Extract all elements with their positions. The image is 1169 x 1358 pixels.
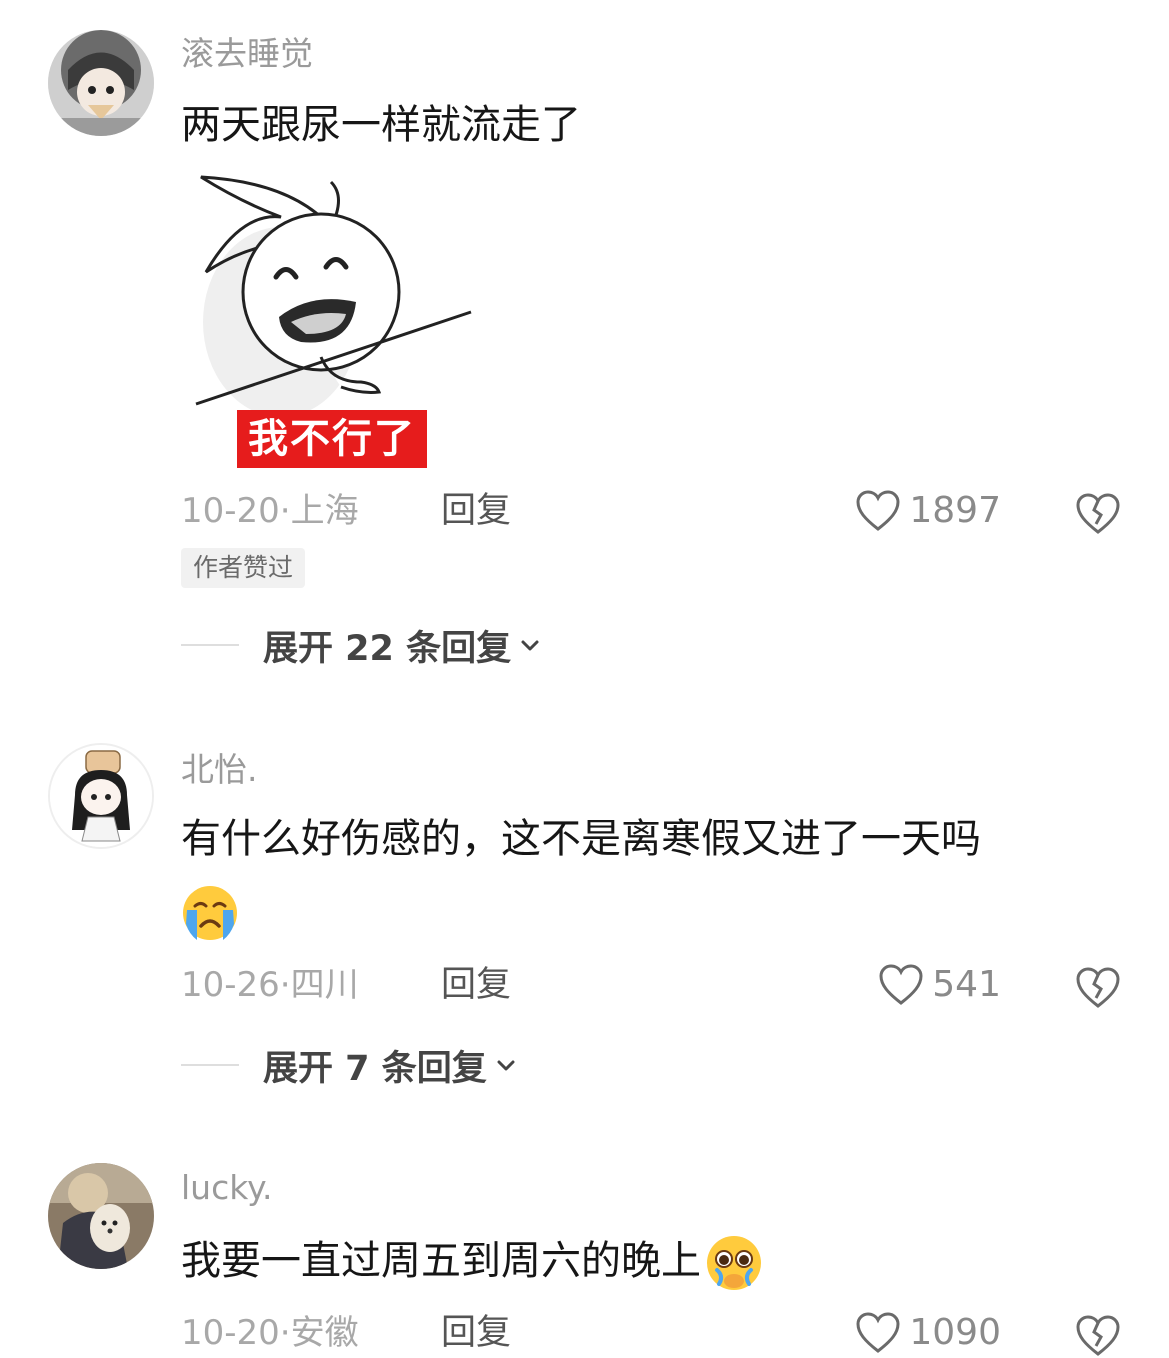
reply-button[interactable]: 回复 (441, 1308, 511, 1358)
comment-text: 有什么好伤感的，这不是离寒假又进了一天吗 (181, 816, 981, 862)
comment-text-row: 我要一直过周五到周六的晚上 (181, 1234, 763, 1292)
divider-line (181, 1064, 239, 1066)
avatar-image (50, 745, 152, 847)
heart-outline-icon (856, 490, 900, 531)
expand-replies-label: 展开 22 条回复 (263, 628, 512, 669)
comment-meta-row: 10-20·上海 回复 1897 (181, 486, 1131, 536)
comment-text: 两天跟尿一样就流走了 (181, 102, 581, 148)
chevron-down-icon (521, 640, 539, 651)
avatar[interactable] (48, 743, 154, 849)
broken-heart-icon[interactable] (1075, 1312, 1121, 1358)
divider-line (181, 644, 239, 646)
avatar[interactable] (48, 1163, 154, 1269)
expand-replies-label: 展开 7 条回复 (263, 1048, 487, 1089)
username[interactable]: lucky. (181, 1168, 272, 1208)
expand-replies-button[interactable]: 展开 22 条回复 (181, 622, 541, 669)
broken-heart-icon[interactable] (1075, 490, 1121, 536)
like-button[interactable]: 1090 (855, 1308, 1001, 1358)
sticker-image[interactable]: 我不行了 (181, 172, 481, 472)
username[interactable]: 北怡. (181, 750, 258, 790)
comment-meta-row: 10-20·安徽 回复 1090 (181, 1308, 1131, 1358)
reply-button[interactable]: 回复 (441, 486, 511, 536)
avatar[interactable] (48, 30, 154, 136)
author-liked-badge: 作者赞过 (181, 548, 306, 588)
like-count: 1897 (909, 490, 1001, 531)
like-button[interactable]: 1897 (855, 486, 1001, 536)
expand-replies-button[interactable]: 展开 7 条回复 (181, 1042, 517, 1089)
comment-text: 我要一直过周五到周六的晚上 (181, 1238, 701, 1284)
chevron-down-icon (497, 1060, 515, 1071)
crying-face-emoji (183, 886, 237, 940)
date-location: 10-26·四川 (181, 965, 359, 1005)
heart-outline-icon (879, 964, 923, 1005)
like-count: 1090 (909, 1312, 1001, 1353)
username[interactable]: 滚去睡觉 (181, 34, 313, 74)
reply-button[interactable]: 回复 (441, 960, 511, 1010)
heart-outline-icon (856, 1312, 900, 1353)
like-count: 541 (932, 964, 1001, 1005)
like-button[interactable]: 541 (878, 960, 1001, 1010)
sticker-caption: 我不行了 (237, 410, 427, 468)
broken-heart-icon[interactable] (1075, 964, 1121, 1010)
emoji-line (181, 884, 239, 942)
date-location: 10-20·上海 (181, 491, 359, 531)
pleading-face-emoji (707, 1236, 761, 1290)
avatar-image (48, 1163, 154, 1269)
avatar-image (48, 30, 154, 136)
comment-meta-row: 10-26·四川 回复 541 (181, 960, 1131, 1010)
date-location: 10-20·安徽 (181, 1313, 359, 1353)
